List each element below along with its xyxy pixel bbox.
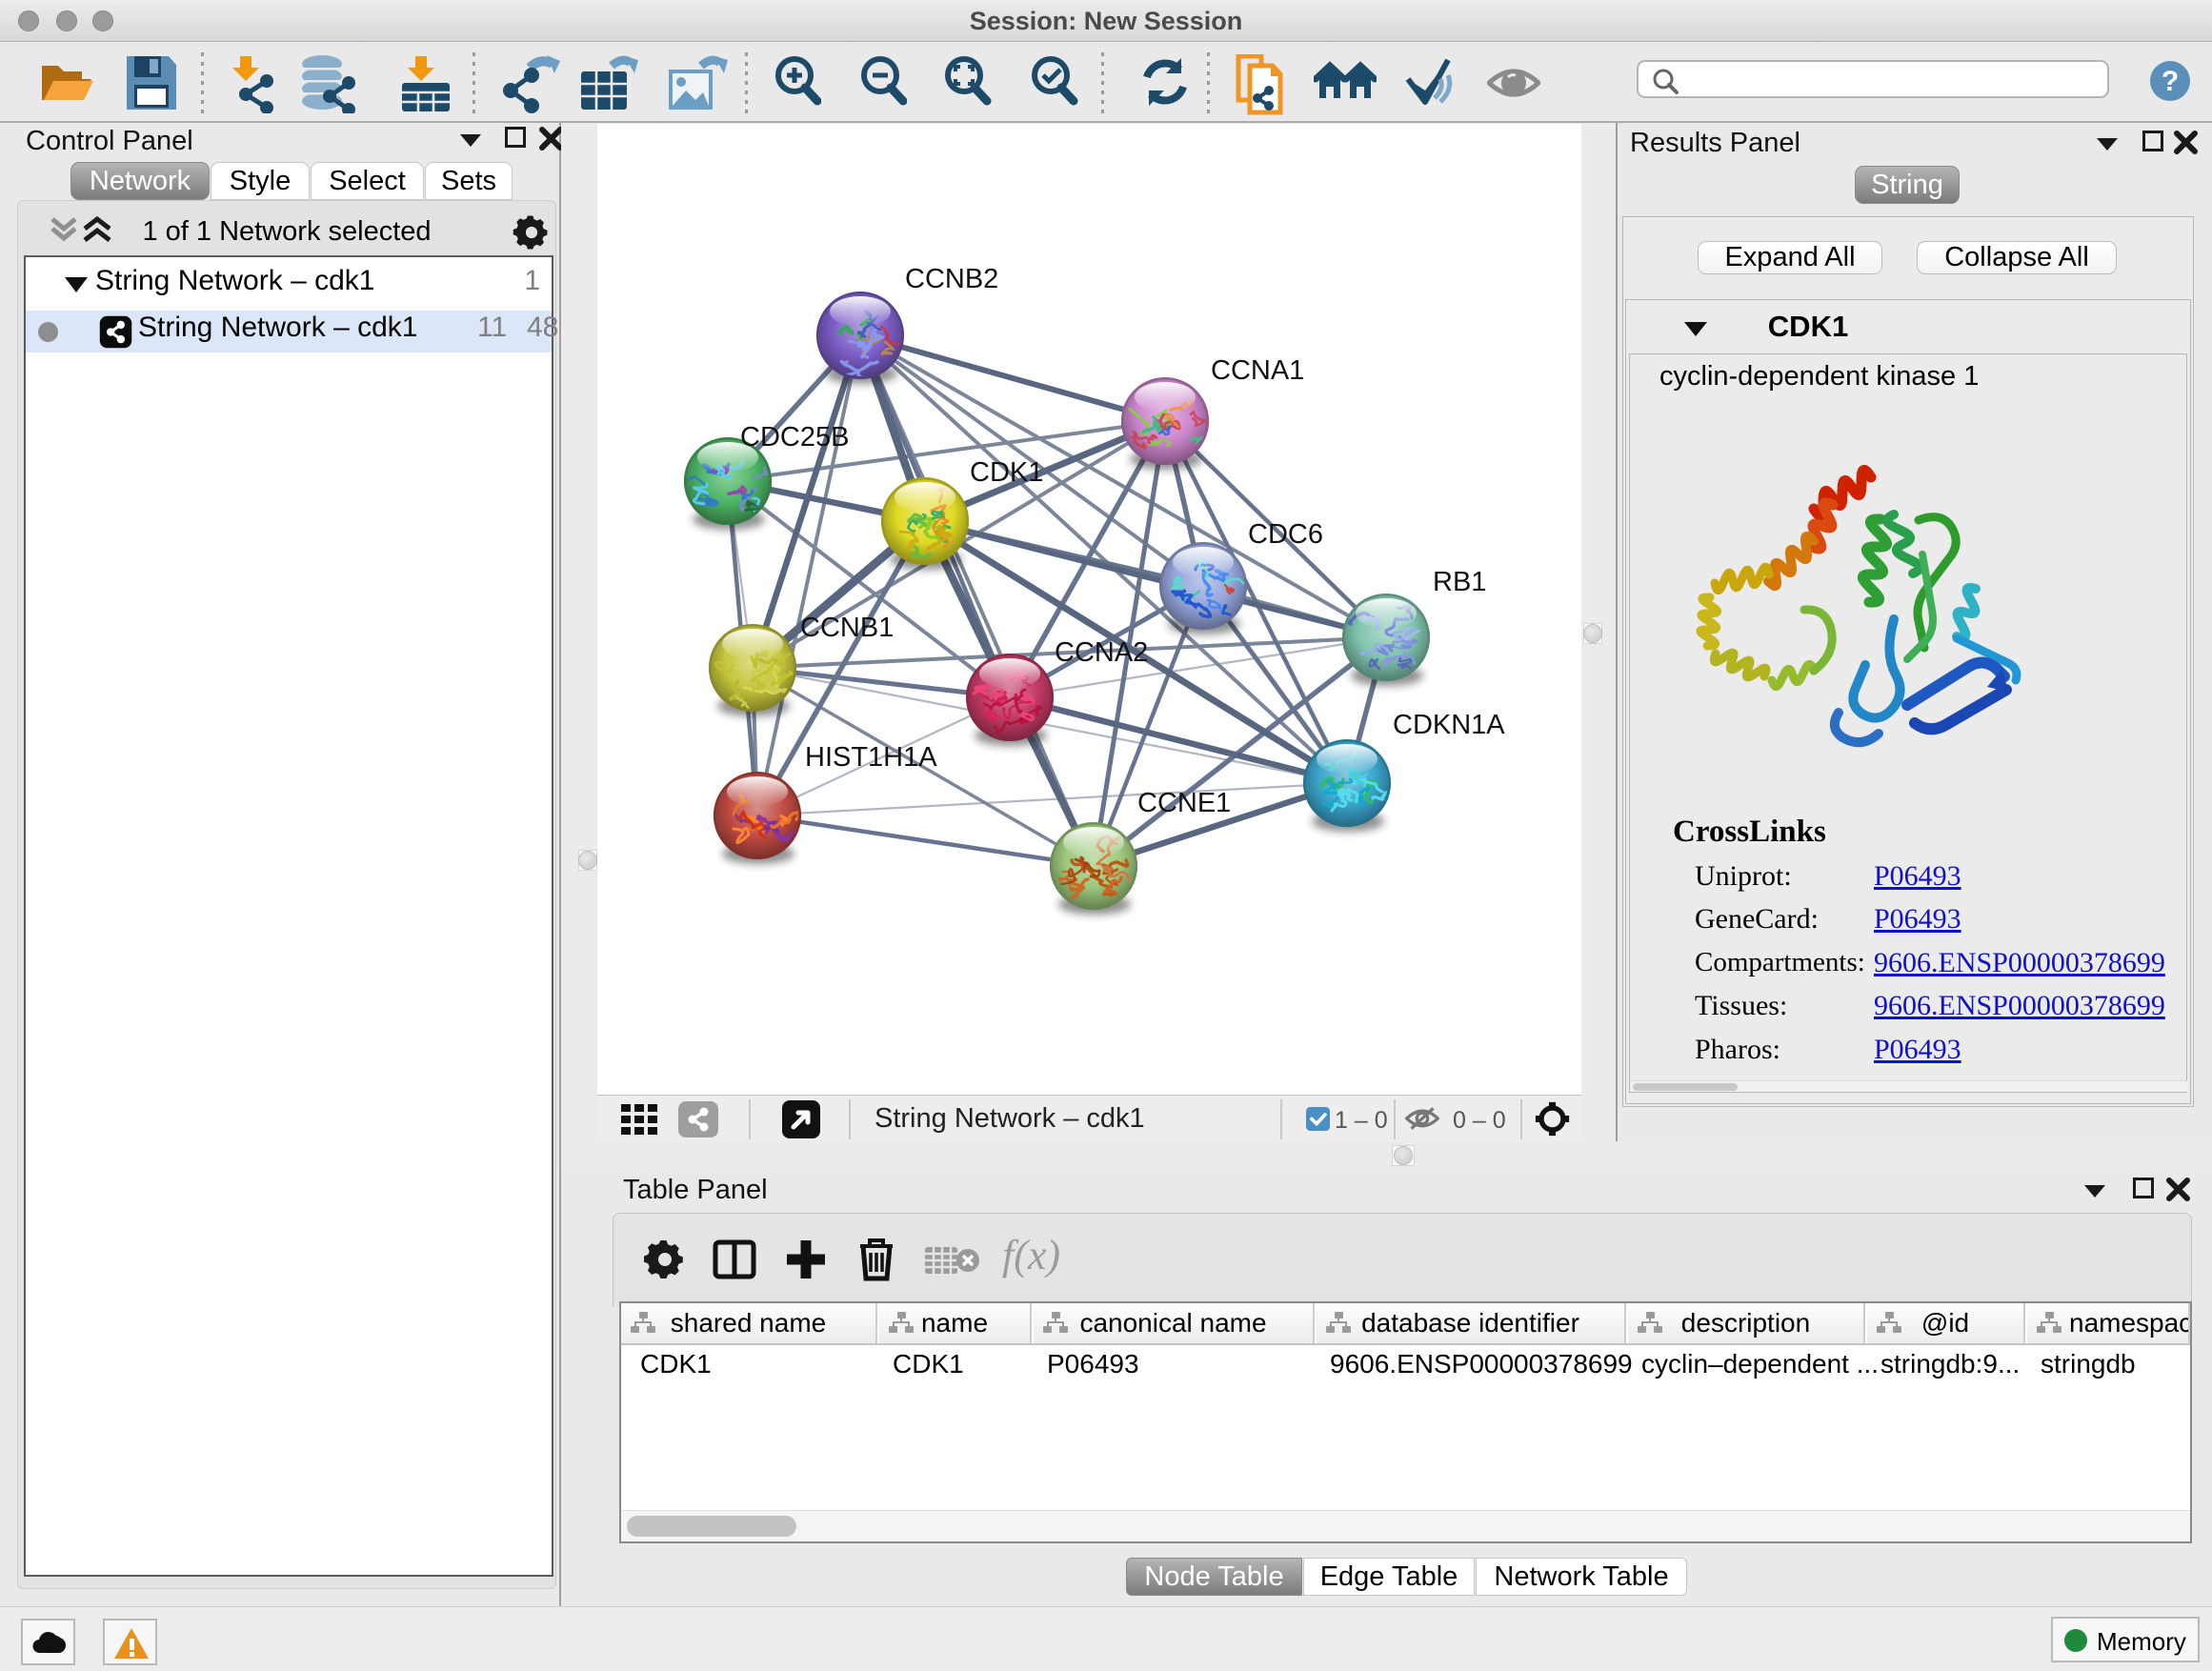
svg-text:RB1: RB1 bbox=[1433, 567, 1486, 597]
svg-text:CCNE1: CCNE1 bbox=[1137, 788, 1231, 818]
svg-text:CCNA2: CCNA2 bbox=[1055, 637, 1148, 668]
svg-text:HIST1H1A: HIST1H1A bbox=[805, 742, 937, 773]
svg-text:CDK1: CDK1 bbox=[970, 457, 1043, 488]
svg-text:CCNB1: CCNB1 bbox=[800, 613, 894, 643]
svg-text:?: ? bbox=[2162, 66, 2179, 97]
svg-text:CDC6: CDC6 bbox=[1248, 519, 1323, 550]
svg-text:CDC25B: CDC25B bbox=[740, 422, 849, 453]
svg-text:CCNA1: CCNA1 bbox=[1211, 355, 1304, 386]
svg-text:CCNB2: CCNB2 bbox=[905, 264, 998, 294]
svg-text:CDKN1A: CDKN1A bbox=[1393, 710, 1505, 740]
